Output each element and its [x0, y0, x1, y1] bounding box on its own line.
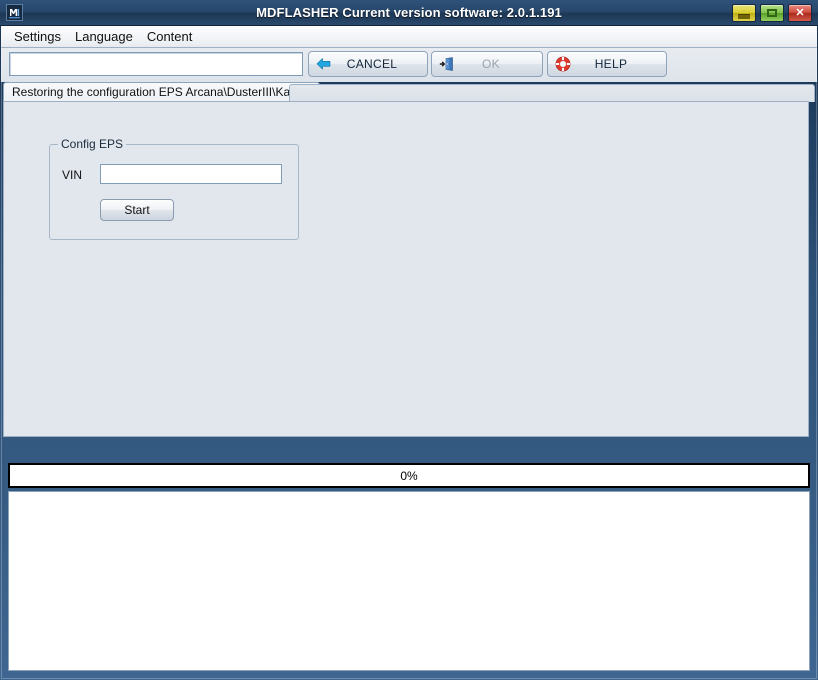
- close-icon: ✕: [795, 6, 805, 19]
- title-bar[interactable]: MDFLASHER Current version software: 2.0.…: [0, 0, 818, 26]
- window-controls: ✕: [732, 4, 812, 22]
- close-button[interactable]: ✕: [788, 4, 812, 22]
- help-button-label: HELP: [594, 57, 628, 71]
- progress-bar: 0%: [8, 463, 810, 488]
- life-ring-icon: [550, 56, 576, 72]
- config-eps-groupbox: Config EPS VIN Start: [49, 137, 299, 240]
- ok-button-label: OK: [482, 57, 500, 71]
- minimize-button[interactable]: [732, 4, 756, 22]
- tab-strip: Restoring the configuration EPS Arcana\D…: [1, 82, 817, 102]
- exit-door-icon: [434, 57, 460, 71]
- menu-item-content[interactable]: Content: [140, 27, 200, 46]
- tab-panel: Config EPS VIN Start: [3, 101, 809, 437]
- file-path-input[interactable]: [9, 52, 303, 76]
- log-output[interactable]: [8, 491, 810, 671]
- start-button[interactable]: Start: [100, 199, 174, 221]
- application-window: MDFLASHER Current version software: 2.0.…: [0, 0, 818, 680]
- vin-input[interactable]: [100, 164, 282, 184]
- toolbar: CANCEL OK HELP: [1, 48, 817, 82]
- maximize-icon: [767, 9, 777, 17]
- config-eps-title: Config EPS: [58, 137, 127, 151]
- window-title: MDFLASHER Current version software: 2.0.…: [256, 5, 562, 20]
- menu-item-settings[interactable]: Settings: [7, 27, 68, 46]
- progress-bar-label: 0%: [400, 468, 418, 483]
- tab-strip-filler: [289, 84, 815, 102]
- app-logo-icon[interactable]: [6, 4, 23, 21]
- menu-bar: Settings Language Content: [1, 26, 817, 48]
- back-arrow-icon: [311, 57, 337, 71]
- cancel-button[interactable]: CANCEL: [308, 51, 428, 77]
- tab-restoring-configuration[interactable]: Restoring the configuration EPS Arcana\D…: [3, 82, 320, 102]
- cancel-button-label: CANCEL: [346, 57, 398, 71]
- help-button[interactable]: HELP: [547, 51, 667, 77]
- ok-button[interactable]: OK: [431, 51, 543, 77]
- minimize-icon: [738, 14, 750, 19]
- menu-item-language[interactable]: Language: [68, 27, 140, 46]
- vin-label: VIN: [62, 168, 83, 182]
- maximize-button[interactable]: [760, 4, 784, 22]
